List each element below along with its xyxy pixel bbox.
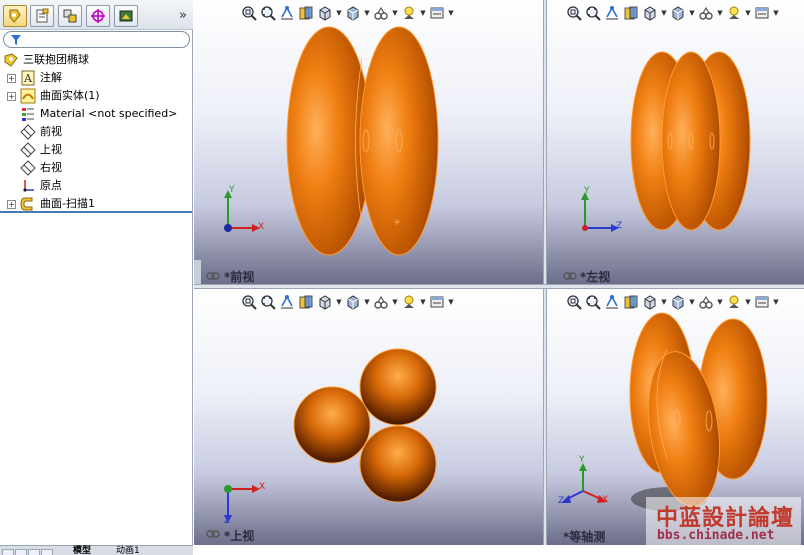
tree-item-origin[interactable]: 原点 bbox=[0, 177, 192, 195]
svg-text:A: A bbox=[23, 72, 33, 85]
crosshair-icon bbox=[91, 9, 105, 23]
display-manager-icon bbox=[119, 10, 133, 22]
annotation-icon: A bbox=[20, 70, 36, 86]
expand-toggle-icon[interactable]: + bbox=[7, 74, 16, 83]
property-manager-tab[interactable] bbox=[30, 5, 54, 27]
viewport-label: *上视 bbox=[224, 529, 255, 543]
triad-y-label: Y bbox=[584, 186, 590, 196]
bottom-tab-bar: 模型 动画1 bbox=[0, 545, 193, 555]
configuration-manager-tab[interactable] bbox=[58, 5, 82, 27]
model-front-view bbox=[286, 26, 439, 256]
tree-item-top-plane[interactable]: 上视 bbox=[0, 141, 192, 159]
tree-item-front-plane[interactable]: 前视 bbox=[0, 123, 192, 141]
feature-filter-input[interactable] bbox=[3, 31, 190, 48]
tree-item-right-plane[interactable]: 右视 bbox=[0, 159, 192, 177]
viewport-splitter-vertical[interactable] bbox=[543, 0, 547, 545]
triad-x-label: X bbox=[259, 482, 266, 492]
tree-item-label: 右视 bbox=[40, 161, 62, 174]
panel-collapse-handle[interactable] bbox=[194, 260, 201, 284]
configuration-icon bbox=[63, 9, 77, 23]
viewport-top[interactable]: ▼ ▼ ▼ ▼ ▼ X Z *上视 bbox=[194, 289, 543, 545]
plane-icon bbox=[20, 160, 36, 176]
view-link-icon[interactable] bbox=[206, 271, 220, 281]
material-icon bbox=[20, 106, 36, 122]
triad-z-label: Z bbox=[616, 221, 623, 231]
model-left-view bbox=[630, 51, 751, 231]
tree-item-label: 注解 bbox=[40, 71, 62, 84]
display-manager-tab[interactable] bbox=[114, 5, 138, 27]
filter-funnel-icon bbox=[11, 35, 21, 45]
tree-item-surface-bodies[interactable]: + 曲面实体(1) bbox=[0, 87, 192, 105]
tree-item-label: Material <not specified> bbox=[40, 107, 178, 120]
sweep-icon bbox=[20, 196, 36, 212]
view-link-icon[interactable] bbox=[206, 529, 220, 539]
more-tabs-chevron-icon[interactable]: » bbox=[179, 8, 187, 23]
view-link-icon[interactable] bbox=[563, 271, 577, 281]
feature-tree-icon bbox=[9, 9, 21, 23]
watermark-url: bbs.chinade.net bbox=[657, 528, 775, 543]
triad-y-label: Y bbox=[229, 185, 235, 195]
plane-icon bbox=[20, 124, 36, 140]
viewport-label: *左视 bbox=[580, 270, 611, 284]
surface-body-icon bbox=[20, 88, 36, 104]
expand-toggle-icon[interactable]: + bbox=[7, 200, 16, 209]
expand-toggle-icon[interactable]: + bbox=[7, 92, 16, 101]
triad-x-label: X bbox=[602, 495, 609, 505]
triad-x-label: X bbox=[258, 222, 265, 232]
tree-item-label: 三联抱团椭球 bbox=[23, 53, 89, 66]
viewport-splitter-horizontal[interactable] bbox=[194, 284, 804, 289]
tree-item-annotations[interactable]: + A 注解 bbox=[0, 69, 192, 87]
viewport-label: *前视 bbox=[224, 270, 255, 284]
plane-icon bbox=[20, 142, 36, 158]
panel-tab-bar: » bbox=[0, 0, 193, 30]
dimxpert-tab[interactable] bbox=[86, 5, 110, 27]
origin-icon bbox=[20, 178, 36, 194]
viewport-left[interactable]: ▼ ▼ ▼ ▼ ▼ Y Z *左视 bbox=[547, 0, 804, 284]
viewport-front[interactable]: ▼ ▼ ▼ ▼ ▼ Y X *前视 bbox=[194, 0, 543, 284]
viewport-label: *等轴测 bbox=[563, 530, 606, 544]
tree-item-label: 曲面实体(1) bbox=[40, 89, 100, 102]
tree-item-part-root[interactable]: 三联抱团椭球 bbox=[0, 51, 192, 69]
tree-item-label: 原点 bbox=[40, 179, 62, 192]
tab-animation[interactable]: 动画1 bbox=[113, 547, 143, 555]
tab-scroll-buttons[interactable] bbox=[2, 547, 60, 555]
triad-z-label: Z bbox=[224, 516, 231, 526]
rollback-bar[interactable] bbox=[0, 211, 192, 213]
feature-tree: 三联抱团椭球 + A 注解 + 曲面实体(1) Material <not specifie… bbox=[0, 51, 192, 213]
feature-manager-panel: » 三联抱团椭球 + A 注解 + 曲面实体(1) Material <not specif… bbox=[0, 0, 193, 555]
tree-item-label: 前视 bbox=[40, 125, 62, 138]
triad-y-label: Y bbox=[579, 455, 585, 465]
feature-manager-tab[interactable] bbox=[3, 5, 27, 27]
tree-item-label: 上视 bbox=[40, 143, 62, 156]
tab-model[interactable]: 模型 bbox=[70, 547, 94, 555]
triad-z-label: Z bbox=[558, 496, 565, 506]
part-icon bbox=[3, 52, 19, 68]
property-sheet-icon bbox=[36, 8, 49, 23]
tree-item-material[interactable]: Material <not specified> bbox=[0, 105, 192, 123]
